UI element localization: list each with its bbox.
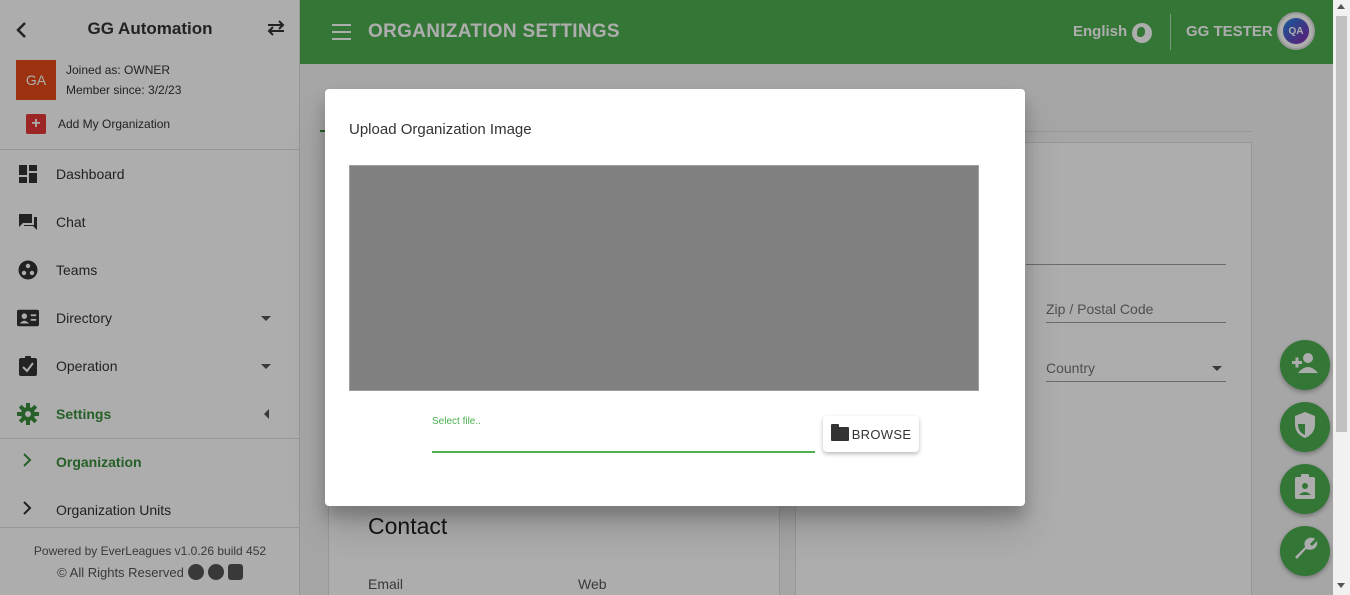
scroll-down-arrow[interactable] — [1337, 583, 1345, 588]
folder-icon — [830, 424, 849, 441]
upload-image-dialog: Upload Organization Image Select file.. … — [325, 89, 1025, 506]
scroll-up-arrow[interactable] — [1337, 4, 1345, 9]
file-input[interactable] — [432, 433, 815, 453]
browse-button[interactable]: BROWSE — [823, 416, 919, 452]
image-preview-area — [349, 165, 979, 391]
dialog-title: Upload Organization Image — [349, 121, 532, 138]
scrollbar-thumb[interactable] — [1336, 16, 1347, 432]
browse-label: BROWSE — [851, 426, 912, 442]
file-input-label: Select file.. — [432, 416, 481, 427]
